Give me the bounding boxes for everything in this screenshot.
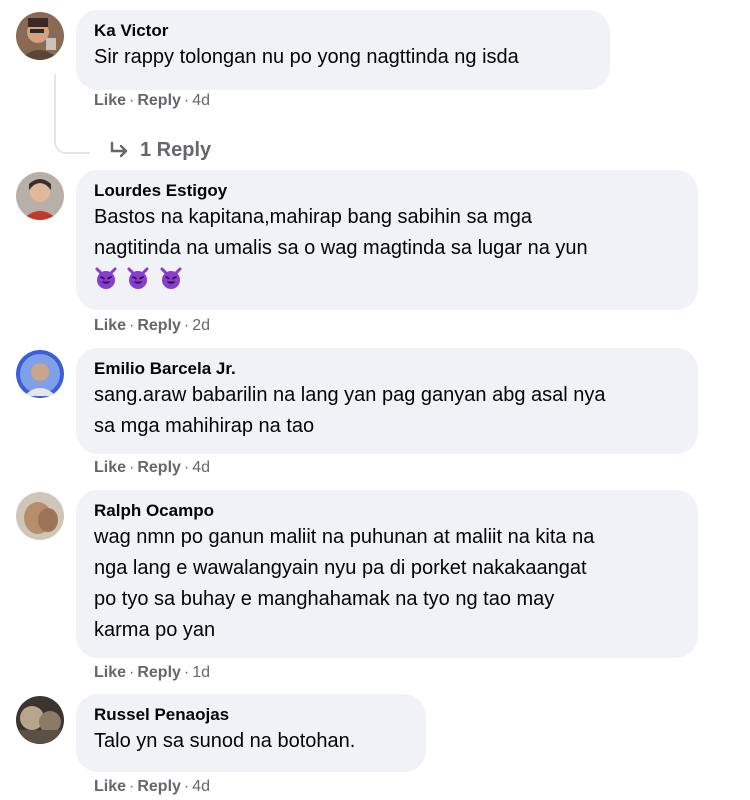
like-button[interactable]: Like (94, 778, 126, 795)
reply-arrow-icon (110, 141, 128, 158)
comment-actions: Like · Reply · 4d (94, 459, 211, 476)
avatar[interactable] (16, 696, 64, 744)
comment-author[interactable]: Ka Victor (94, 20, 592, 42)
comment-text: po tyo sa buhay e manghahamak na tyo ng … (94, 588, 555, 610)
reply-button[interactable]: Reply (137, 778, 181, 795)
comment-author[interactable]: Emilio Barcela Jr. (94, 358, 680, 380)
comment-timestamp[interactable]: 4d (192, 92, 210, 109)
comment-timestamp[interactable]: 4d (192, 778, 210, 795)
comment-text: sang.araw babarilin na lang yan pag gany… (94, 384, 606, 406)
thread-line (54, 74, 90, 154)
smiling-devil-emoji-icon (160, 267, 182, 289)
comment-text: Bastos na kapitana,mahirap bang sabihin … (94, 206, 533, 228)
comment-actions: Like · Reply · 1d (94, 664, 211, 681)
smiling-devil-emoji-icon (95, 267, 117, 289)
smiling-devil-emoji-icon (127, 267, 149, 289)
avatar[interactable] (16, 492, 64, 540)
comment-author[interactable]: Ralph Ocampo (94, 500, 680, 522)
comment-author[interactable]: Lourdes Estigoy (94, 180, 680, 202)
reply-button[interactable]: Reply (137, 459, 181, 476)
comment-text: sa mga mahihirap na tao (94, 415, 315, 437)
view-replies-link[interactable]: 1 Reply (110, 136, 211, 164)
comment-bubble: Ka Victor Sir rappy tolongan nu po yong … (76, 10, 610, 90)
reply-button[interactable]: Reply (137, 92, 181, 109)
like-button[interactable]: Like (94, 664, 126, 681)
comment-timestamp[interactable]: 1d (192, 664, 210, 681)
avatar[interactable] (16, 172, 64, 220)
comment-bubble: Russel Penaojas Talo yn sa sunod na boto… (76, 694, 426, 772)
comment-actions: Like · Reply · 2d (94, 317, 211, 334)
replies-count[interactable]: 1 Reply (140, 139, 211, 161)
comment-timestamp[interactable]: 2d (192, 317, 210, 334)
comment-timestamp[interactable]: 4d (192, 459, 210, 476)
comment-text: nga lang e wawalangyain nyu pa di porket… (94, 557, 587, 579)
comment-bubble: Lourdes Estigoy Bastos na kapitana,mahir… (76, 170, 698, 310)
comment-text: karma po yan (94, 619, 216, 641)
comment-actions: Like · Reply · 4d (94, 92, 211, 109)
comment-text: nagtitinda na umalis sa o wag magtinda s… (94, 237, 588, 259)
comment-author[interactable]: Russel Penaojas (94, 704, 408, 726)
comment-actions: Like · Reply · 4d (94, 778, 211, 795)
comment-text: Sir rappy tolongan nu po yong nagttinda … (94, 46, 519, 68)
emoji-row (94, 264, 680, 292)
like-button[interactable]: Like (94, 92, 126, 109)
comment-bubble: Emilio Barcela Jr. sang.araw babarilin n… (76, 348, 698, 454)
like-button[interactable]: Like (94, 317, 126, 334)
reply-button[interactable]: Reply (137, 664, 181, 681)
reply-button[interactable]: Reply (137, 317, 181, 334)
avatar[interactable] (16, 12, 64, 60)
like-button[interactable]: Like (94, 459, 126, 476)
comment-bubble: Ralph Ocampo wag nmn po ganun maliit na … (76, 490, 698, 658)
comment-text: wag nmn po ganun maliit na puhunan at ma… (94, 526, 595, 548)
avatar[interactable] (16, 350, 64, 398)
comment-text: Talo yn sa sunod na botohan. (94, 730, 356, 752)
